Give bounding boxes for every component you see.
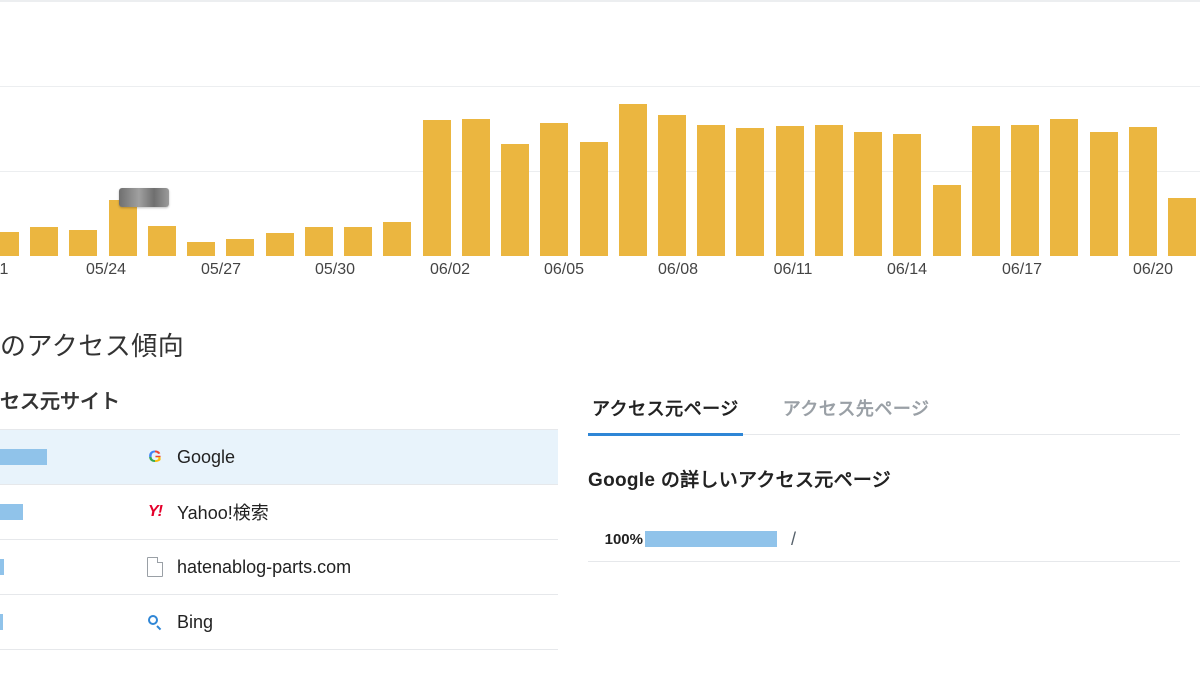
source-bar [0,614,3,630]
source-bar-cell [0,540,135,594]
source-label: Yahoo!検索 [177,499,269,525]
yahoo-icon: Y! [145,502,165,522]
source-label: Google [177,447,235,468]
chart-x-tick: 06/17 [1002,261,1042,279]
chart-x-tick: 06/14 [887,261,927,279]
source-bar [0,449,47,465]
source-row-bing[interactable]: Bing [0,595,558,650]
chart-bar[interactable] [148,226,176,256]
chart-x-tick: 06/02 [430,261,470,279]
chart-x-tick: 05/27 [201,261,241,279]
chart-bar[interactable] [972,126,1000,256]
chart-tooltip-blurred [119,188,169,207]
chart-bar[interactable] [344,227,372,256]
source-label: hatenablog-parts.com [177,557,351,578]
chart-x-tick: 06/08 [658,261,698,279]
chart-bar[interactable] [658,115,686,256]
chart-bar[interactable] [776,126,804,256]
detail-percentage: 100% [588,531,645,548]
chart-bar[interactable] [1090,132,1118,256]
search-icon [145,612,165,632]
google-icon: G [145,447,165,467]
source-bar [0,504,23,520]
source-bar-cell [0,430,135,484]
panel-title-source-sites: セス元サイト [0,385,558,414]
detail-panel-title: Google の詳しいアクセス元ページ [588,465,1180,492]
chart-bar[interactable] [1129,127,1157,256]
detail-bar [645,531,777,547]
chart-bar[interactable] [266,233,294,256]
chart-x-tick: 05/24 [86,261,126,279]
chart-bar[interactable] [697,125,725,256]
chart-x-axis: 1 05/24 05/27 05/30 06/02 06/05 06/08 06/11 06/1… [0,256,1200,286]
access-chart [0,0,1200,256]
chart-bar[interactable] [540,123,568,256]
chart-bar[interactable] [109,200,137,256]
chart-x-tick: 06/11 [774,261,813,279]
source-row-yahoo-[interactable]: Y! Yahoo!検索 [0,485,558,540]
source-bar-cell [0,595,135,649]
file-icon [145,557,165,577]
chart-bar[interactable] [736,128,764,256]
chart-bar[interactable] [305,227,333,256]
chart-bar[interactable] [187,242,215,256]
chart-x-tick: 06/05 [544,261,584,279]
chart-bar[interactable] [815,125,843,256]
source-bar [0,559,4,575]
chart-bar[interactable] [1050,119,1078,256]
source-label: Bing [177,612,213,633]
source-site-list: G Google Y! Yahoo!検索 hatenablog-parts.com Bin… [0,429,558,650]
chart-bar[interactable] [423,120,451,256]
chart-bar[interactable] [619,104,647,256]
chart-bar[interactable] [383,222,411,256]
chart-bar[interactable] [0,232,19,256]
chart-bar[interactable] [501,144,529,256]
chart-bar[interactable] [462,119,490,256]
chart-x-tick: 05/30 [315,261,355,279]
chart-bar[interactable] [933,185,961,256]
source-row-hatenablog-parts-com[interactable]: hatenablog-parts.com [0,540,558,595]
chart-bar[interactable] [580,142,608,256]
source-bar-cell [0,485,135,539]
section-title-access-trend: のアクセス傾向 [0,326,1200,363]
detail-tabs: アクセス元ページアクセス先ページ [588,385,1180,435]
chart-bar[interactable] [226,239,254,256]
chart-bar[interactable] [69,230,97,256]
chart-bar[interactable] [30,227,58,256]
tab-destination-pages[interactable]: アクセス先ページ [779,385,934,436]
detail-link[interactable]: / [791,529,796,550]
chart-bar[interactable] [1168,198,1196,256]
source-row-google[interactable]: G Google [0,430,558,485]
tab-source-pages[interactable]: アクセス元ページ [588,385,743,436]
chart-bar[interactable] [1011,125,1039,256]
detail-row[interactable]: 100% / [588,517,1180,562]
chart-x-tick: 1 [0,261,8,279]
chart-bar[interactable] [854,132,882,256]
chart-bar[interactable] [893,134,921,256]
chart-x-tick: 06/20 [1133,261,1173,279]
